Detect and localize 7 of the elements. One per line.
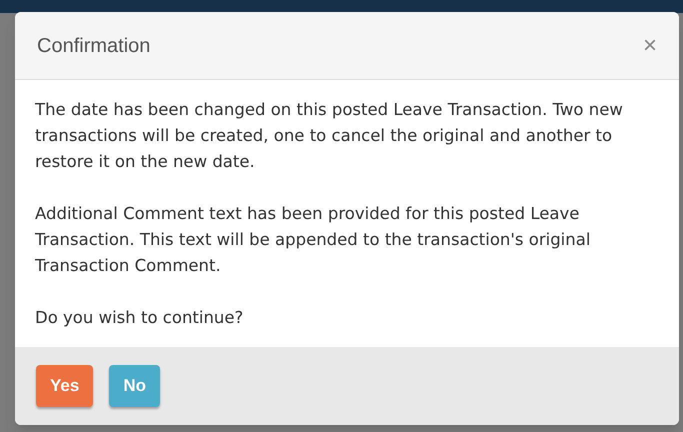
- message-text: Do you wish to continue?: [35, 307, 244, 329]
- dialog-title: Confirmation: [37, 34, 150, 58]
- message-text: The date has been changed on this posted Leave Transaction. Two new transactions will be created, one to cancel the original and another to restore it on the new date.: [35, 99, 624, 173]
- no-button[interactable]: No: [109, 365, 160, 407]
- message-text: Additional Comment text has been provided for this posted Leave Transaction. This text will be appended to the transaction's original Transaction Comment.: [35, 203, 592, 277]
- yes-button[interactable]: Yes: [36, 365, 94, 407]
- close-button[interactable]: ×: [642, 34, 657, 58]
